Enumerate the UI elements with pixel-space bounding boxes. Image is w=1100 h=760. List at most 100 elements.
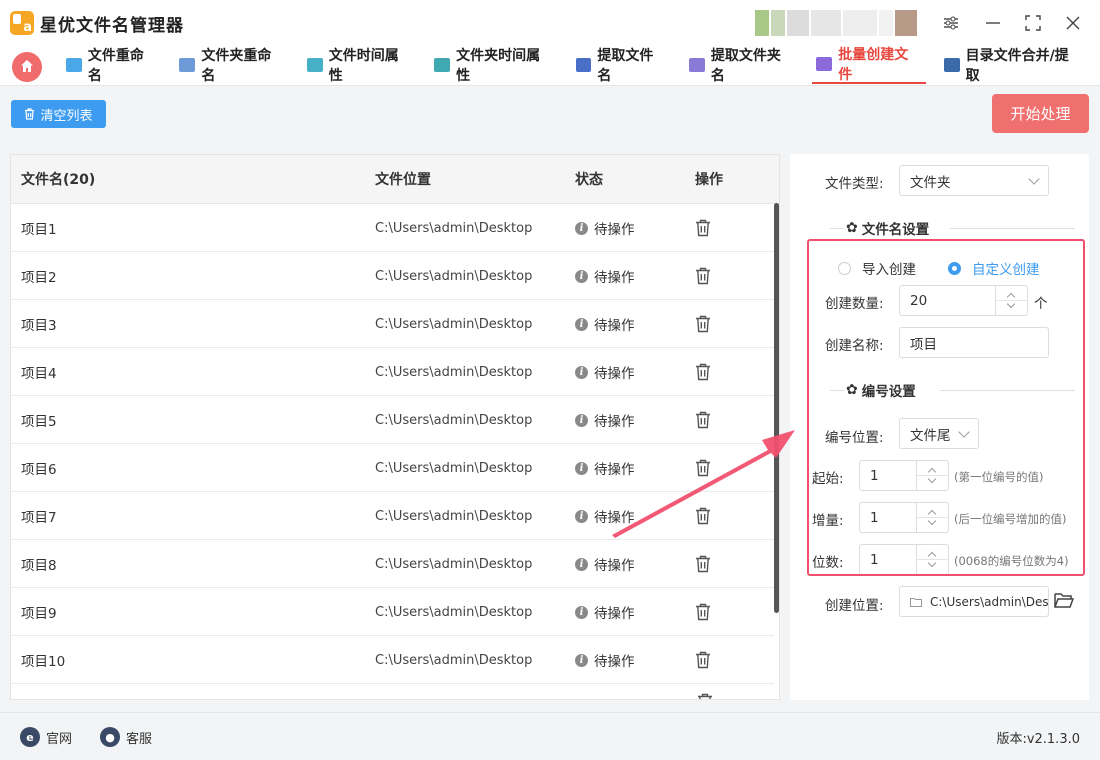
name-input[interactable]: 项目 [899,327,1049,358]
tab-label: 文件重命名 [87,48,144,84]
tab-file-time[interactable]: 文件时间属性 [303,46,416,84]
digits-label: 位数: [812,555,844,571]
folder-rename-icon [179,58,196,72]
clear-list-button[interactable]: 清空列表 [11,100,106,128]
header-filename[interactable]: 文件名(20) [21,155,95,203]
website-label: 官网 [46,731,73,747]
cell-location: C:\Users\admin\Desktop [375,268,533,284]
position-select[interactable]: 文件尾 [899,418,979,449]
table-row[interactable]: 项目6 C:\Users\admin\Desktop i 待操作 [11,444,774,492]
cell-filename: 项目2 [21,270,57,286]
chevron-down-icon [958,426,970,438]
stepper-arrows[interactable] [916,545,949,574]
support-label: 客服 [126,731,153,747]
tab-label: 提取文件名 [597,48,654,84]
folder-icon [910,597,922,607]
trash-icon [696,219,710,237]
tab-file-rename[interactable]: 文件重命名 [62,46,161,84]
trash-icon [696,315,710,333]
delete-row-button[interactable] [695,204,711,252]
cell-filename: 项目1 [21,222,57,238]
header-location[interactable]: 文件位置 [375,155,431,203]
stepper-arrows[interactable] [995,286,1028,315]
stepper-arrows[interactable] [916,503,949,532]
table-row[interactable]: 项目1 C:\Users\admin\Desktop i 待操作 [11,204,774,252]
tab-folder-rename[interactable]: 文件夹重命名 [175,46,288,84]
user-avatar-blurred[interactable] [755,10,925,36]
tab-label: 文件夹重命名 [201,48,272,84]
tab-label: 提取文件夹名 [710,48,781,84]
delete-row-button[interactable] [695,540,711,588]
delete-row-button[interactable] [695,396,711,444]
delete-row-button[interactable] [695,252,711,300]
delete-row-button[interactable] [695,444,711,492]
info-icon: i [575,461,588,475]
step-value: 1 [870,509,879,526]
home-button[interactable] [12,52,42,82]
home-icon [21,60,33,72]
extract-foldername-icon [688,58,705,72]
tab-extract-filename[interactable]: 提取文件名 [572,46,671,84]
tab-list: 文件重命名 文件夹重命名 文件时间属性 文件夹时间属性 提取文件名 提取文件夹名 批量创建文… [62,46,1100,86]
tab-label: 文件时间属性 [328,48,399,84]
delete-row-button[interactable] [695,300,711,348]
tab-label: 目录文件合并/提取 [965,48,1069,84]
cell-filename: 项目7 [21,510,57,526]
trash-icon[interactable] [697,693,713,699]
delete-row-button[interactable] [695,348,711,396]
table-scrollbar[interactable] [774,203,779,613]
cell-location: C:\Users\admin\Desktop [375,412,533,428]
location-label: 创建位置: [825,598,884,614]
stepper-arrows[interactable] [916,461,949,490]
close-icon[interactable] [1062,12,1084,34]
minimize-icon[interactable] [982,12,1004,34]
settings-sliders-icon[interactable] [940,12,962,34]
digits-stepper[interactable]: 1 [859,544,949,575]
table-row[interactable]: 项目2 C:\Users\admin\Desktop i 待操作 [11,252,774,300]
cell-filename: 项目5 [21,414,57,430]
file-type-value: 文件夹 [910,174,951,191]
file-type-select[interactable]: 文件夹 [899,165,1049,196]
extract-filename-icon [575,58,592,72]
trash-icon [696,555,710,573]
status-text: 待操作 [594,558,635,574]
app-logo-icon [10,11,34,35]
tab-folder-time[interactable]: 文件夹时间属性 [430,46,557,84]
footer-bar: e 官网 ● 客服 版本:v2.1.3.0 [0,712,1100,760]
header-status[interactable]: 状态 [575,155,603,203]
tab-merge-extract[interactable]: 目录文件合并/提取 [940,46,1086,84]
table-row[interactable]: 项目7 C:\Users\admin\Desktop i 待操作 [11,492,774,540]
delete-row-button[interactable] [695,492,711,540]
tab-batch-create[interactable]: 批量创建文件 [812,46,926,84]
table-row[interactable]: 项目3 C:\Users\admin\Desktop i 待操作 [11,300,774,348]
website-link[interactable]: e 官网 [20,727,72,747]
table-row[interactable]: 项目10 C:\Users\admin\Desktop i 待操作 [11,636,774,684]
header-actions[interactable]: 操作 [695,155,723,203]
cell-status: i 待操作 [575,444,635,492]
delete-row-button[interactable] [695,588,711,636]
delete-row-button[interactable] [695,636,711,684]
settings-panel: 文件类型: 文件夹 ✿ 文件名设置 导入创建 自定义创建 创建数量: 20 个 创… [790,154,1089,700]
cell-location: C:\Users\admin\Desktop [375,364,533,380]
start-processing-button[interactable]: 开始处理 [992,94,1089,133]
table-row[interactable]: 项目9 C:\Users\admin\Desktop i 待操作 [11,588,774,636]
start-stepper[interactable]: 1 [859,460,949,491]
cell-status: i 待操作 [575,204,635,252]
support-link[interactable]: ● 客服 [100,727,152,747]
step-stepper[interactable]: 1 [859,502,949,533]
tab-extract-foldername[interactable]: 提取文件夹名 [685,46,798,84]
table-row[interactable]: 项目4 C:\Users\admin\Desktop i 待操作 [11,348,774,396]
trash-icon [25,108,35,120]
trash-icon [696,363,710,381]
cell-location: C:\Users\admin\Desktop [375,652,533,668]
radio-import-create[interactable]: 导入创建 [838,258,916,278]
status-text: 待操作 [594,270,635,286]
cell-status: i 待操作 [575,588,635,636]
table-row[interactable]: 项目5 C:\Users\admin\Desktop i 待操作 [11,396,774,444]
radio-custom-create[interactable]: 自定义创建 [948,258,1040,278]
count-stepper[interactable]: 20 [899,285,1028,316]
folder-open-icon[interactable] [1054,592,1075,613]
location-input[interactable]: C:\Users\admin\Des [899,586,1049,617]
table-row[interactable]: 项目8 C:\Users\admin\Desktop i 待操作 [11,540,774,588]
maximize-icon[interactable] [1022,12,1044,34]
